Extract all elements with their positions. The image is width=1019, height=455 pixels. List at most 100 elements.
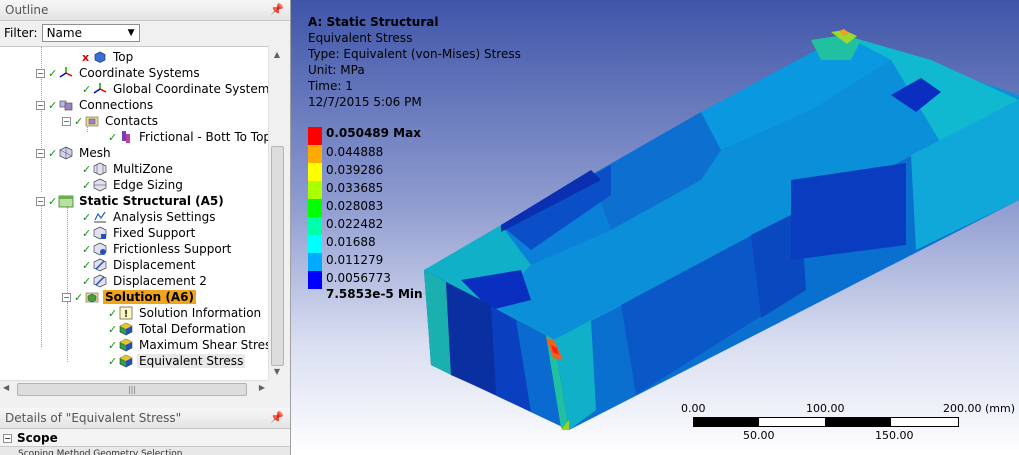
- check-icon: ✓: [82, 258, 92, 272]
- tree-item-contacts[interactable]: − ✓ Contacts: [62, 113, 160, 129]
- legend-level-label: 0.028083: [326, 199, 384, 213]
- tree-item-maximum-shear-stress[interactable]: ✓ Maximum Shear Stress: [108, 337, 268, 353]
- legend-band: 0.050489 Max: [308, 126, 421, 145]
- tree-item-solution[interactable]: − ✓ Solution (A6): [62, 289, 196, 305]
- scroll-right-icon[interactable]: ▶: [259, 383, 265, 392]
- result-subtitle: Equivalent Stress: [308, 31, 413, 45]
- tree-item-connections[interactable]: − ✓ Connections: [36, 97, 155, 113]
- graphics-viewport[interactable]: A: Static Structural Equivalent Stress T…: [291, 0, 1019, 455]
- mesh-icon: [58, 146, 74, 160]
- collapse-icon[interactable]: −: [62, 116, 71, 126]
- contour-legend[interactable]: 0.050489 Max 0.044888 0.039286 0.033685 …: [308, 126, 423, 301]
- legend-swatch: [308, 253, 322, 271]
- outline-header: Outline 📌: [0, 0, 290, 21]
- scale-label-0: 0.00: [681, 402, 706, 415]
- tree-item-coordinate-systems[interactable]: − ✓ Coordinate Systems: [36, 65, 202, 81]
- result-info-block: A: Static Structural Equivalent Stress T…: [308, 14, 521, 110]
- connections-icon: [58, 98, 74, 112]
- check-icon: ✓: [108, 306, 118, 320]
- axes-icon: [92, 82, 108, 96]
- tree-item-displacement[interactable]: ✓ Displacement: [82, 257, 198, 273]
- tree-item-frictional-contact[interactable]: ✓ Frictional - Bott To Top: [108, 129, 268, 145]
- details-title: Details of "Equivalent Stress": [5, 411, 182, 425]
- legend-min-row: 7.5853e-5 Min: [308, 287, 423, 301]
- cube-icon: [92, 50, 108, 64]
- scroll-down-icon[interactable]: ▼: [269, 363, 285, 380]
- pin-icon[interactable]: 📌: [270, 411, 284, 424]
- scale-label-200: 200.00 (mm): [943, 402, 1015, 415]
- tree-item-edge-sizing[interactable]: ✓ Edge Sizing: [82, 177, 185, 193]
- tree-item-equivalent-stress[interactable]: ✓ Equivalent Stress: [108, 353, 246, 369]
- legend-band: 0.039286: [308, 163, 383, 181]
- inner-face: [791, 163, 906, 260]
- check-icon: ✓: [108, 338, 118, 352]
- check-icon: ✓: [48, 146, 58, 160]
- displacement-icon: [92, 274, 108, 288]
- chevron-down-icon: ▼: [127, 28, 135, 38]
- svg-text:!: !: [124, 309, 129, 320]
- legend-swatch: [308, 163, 322, 181]
- tree-item-total-deformation[interactable]: ✓ Total Deformation: [108, 321, 248, 337]
- collapse-icon[interactable]: −: [36, 196, 45, 206]
- outline-panel: Outline 📌 Filter: Name ▼ x Top − ✓ Coord…: [0, 0, 291, 455]
- analysis-settings-icon: [92, 210, 108, 224]
- collapse-icon[interactable]: −: [36, 148, 45, 158]
- result-type: Type: Equivalent (von-Mises) Stress: [308, 47, 521, 61]
- scroll-left-icon[interactable]: ◀: [3, 383, 9, 392]
- result-title: A: Static Structural: [308, 15, 439, 29]
- frictionless-support-icon: [92, 242, 108, 256]
- legend-band: 0.033685: [308, 181, 383, 199]
- filter-row: Filter: Name ▼: [0, 21, 290, 45]
- pin-icon[interactable]: 📌: [270, 3, 284, 16]
- legend-level-label: 0.039286: [326, 163, 384, 177]
- legend-swatch: [308, 235, 322, 253]
- check-icon: ✓: [108, 130, 118, 144]
- legend-level-label: 0.033685: [326, 181, 384, 195]
- collapse-icon[interactable]: −: [36, 100, 45, 110]
- details-scoping-method-row[interactable]: Scoping Method Geometry Selection: [0, 447, 290, 455]
- contact-pair-icon: [118, 130, 134, 144]
- tree-item-analysis-settings[interactable]: ✓ Analysis Settings: [82, 209, 217, 225]
- check-icon: ✓: [108, 322, 118, 336]
- collapse-icon[interactable]: −: [36, 68, 45, 78]
- scroll-up-icon[interactable]: ▲: [269, 46, 285, 63]
- filter-select[interactable]: Name ▼: [41, 24, 140, 42]
- tree-item-static-structural[interactable]: − ✓ Static Structural (A5): [36, 193, 226, 209]
- tree-item-fixed-support[interactable]: ✓ Fixed Support: [82, 225, 197, 241]
- legend-swatch: [308, 181, 322, 199]
- tree-item-mesh[interactable]: − ✓ Mesh: [36, 145, 113, 161]
- red-x-icon: x: [82, 50, 90, 64]
- horizontal-scroll-thumb[interactable]: |||: [17, 383, 247, 396]
- tree-item-displacement-2[interactable]: ✓ Displacement 2: [82, 273, 209, 289]
- fixed-support-icon: [92, 226, 108, 240]
- mesh-method-icon: [92, 162, 108, 176]
- legend-swatch: [308, 145, 322, 163]
- tree-vertical-scrollbar[interactable]: ▲ ▼: [268, 46, 285, 380]
- scale-label-100: 100.00: [806, 402, 845, 415]
- check-icon: ✓: [82, 226, 92, 240]
- collapse-icon[interactable]: −: [62, 292, 71, 302]
- tree-item-global-coordinate-system[interactable]: ✓ Global Coordinate System: [82, 81, 268, 97]
- legend-level-label: 0.0056773: [326, 271, 391, 285]
- legend-max-label[interactable]: 0.050489 Max: [326, 126, 421, 140]
- tree-item-solution-information[interactable]: ✓ ! Solution Information: [108, 305, 263, 321]
- result-contour-icon: [118, 322, 134, 336]
- tree-item-frictionless-support[interactable]: ✓ Frictionless Support: [82, 241, 233, 257]
- tree-item-multizone[interactable]: ✓ MultiZone: [82, 161, 175, 177]
- tree-item-top[interactable]: x Top: [82, 49, 135, 65]
- check-icon: ✓: [48, 66, 58, 80]
- outline-tree: x Top − ✓ Coordinate Systems ✓ Global Co…: [0, 46, 268, 380]
- filter-label: Filter:: [4, 26, 38, 40]
- legend-band: 0.028083: [308, 199, 383, 217]
- details-header: Details of "Equivalent Stress" 📌: [0, 408, 290, 429]
- tree-horizontal-scrollbar[interactable]: ◀ ||| ▶: [0, 380, 268, 397]
- check-icon: ✓: [82, 210, 92, 224]
- scale-bar: 0.00 100.00 200.00 (mm) 50.00 150.00: [681, 400, 1019, 450]
- outline-title: Outline: [5, 3, 49, 17]
- details-scope-row[interactable]: − Scope: [0, 430, 290, 447]
- check-icon: ✓: [48, 194, 58, 208]
- legend-band: 0.01688: [308, 235, 376, 253]
- vertical-scroll-thumb[interactable]: [271, 146, 284, 366]
- legend-min-label[interactable]: 7.5853e-5 Min: [326, 287, 423, 301]
- collapse-icon[interactable]: −: [3, 433, 12, 443]
